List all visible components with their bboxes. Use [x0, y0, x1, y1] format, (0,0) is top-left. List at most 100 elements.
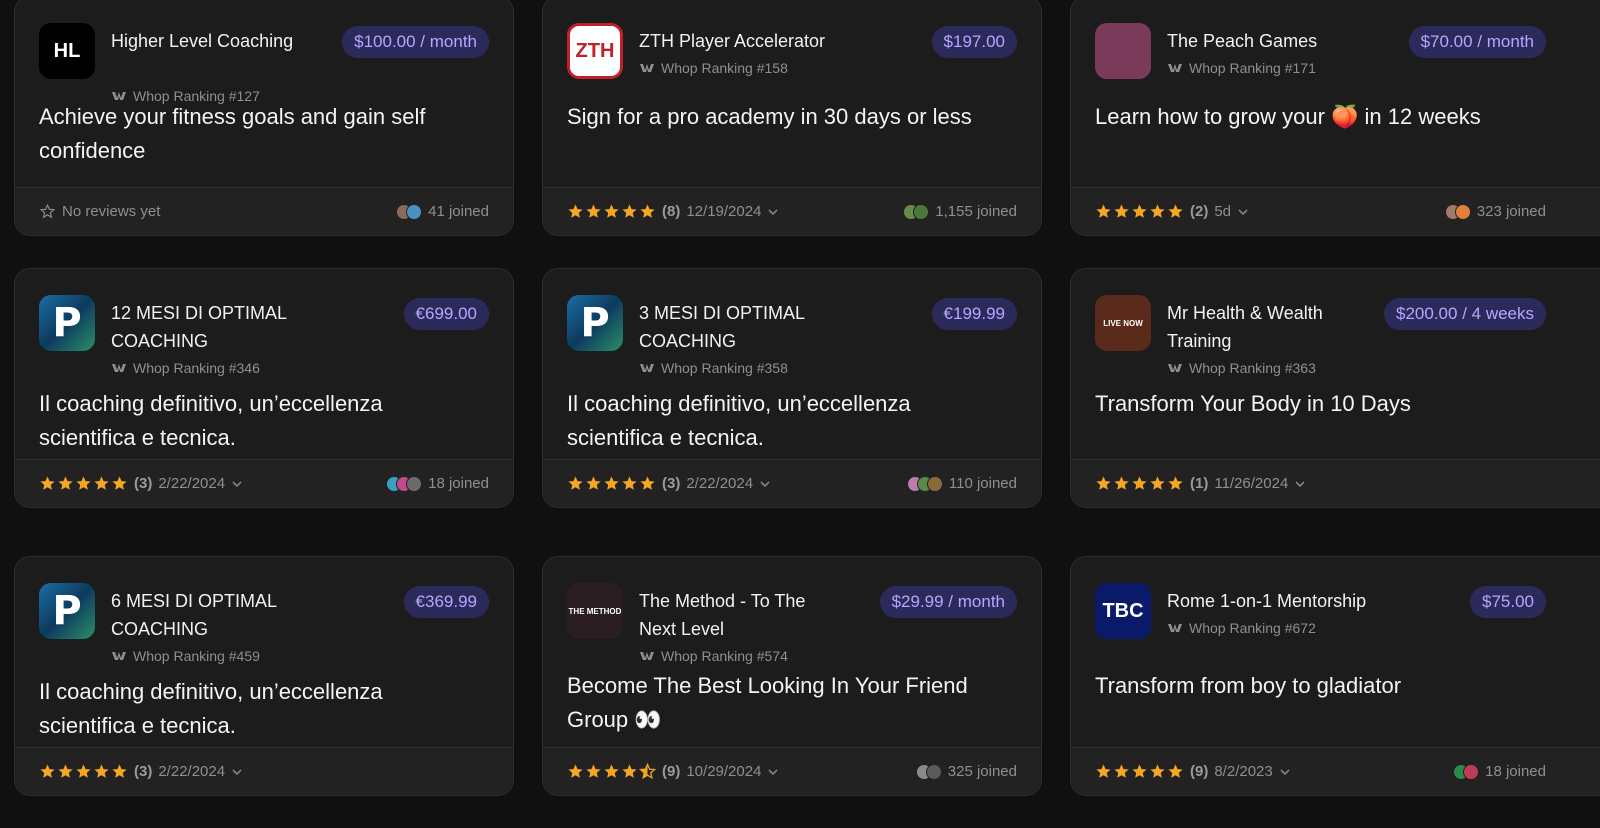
star-icon: [604, 204, 619, 218]
whop-ranking: Whop Ranking #459: [111, 648, 260, 664]
reviews-summary[interactable]: (2) 5d: [1095, 203, 1249, 220]
joined-count: 1,155 joined: [935, 203, 1017, 220]
member-avatars: [903, 203, 930, 220]
review-count: (8): [662, 203, 681, 220]
reviews-summary[interactable]: (9) 8/2/2023: [1095, 763, 1291, 780]
ranking-text: Whop Ranking #346: [133, 360, 260, 376]
reviews-summary[interactable]: (3) 2/22/2024: [39, 475, 243, 492]
chevron-down-icon[interactable]: [1237, 206, 1249, 218]
avatar: [406, 475, 423, 492]
whop-logo-icon: [640, 652, 654, 660]
product-name[interactable]: ZTH Player Accelerator: [639, 27, 844, 55]
joined-members: 41 joined: [396, 203, 489, 220]
reviews-summary[interactable]: (9) 10/29/2024: [567, 763, 779, 780]
chevron-down-icon[interactable]: [1279, 766, 1291, 778]
star-icon: [1114, 764, 1129, 778]
review-count: (3): [662, 475, 681, 492]
joined-members: 325 joined: [915, 763, 1017, 780]
product-card[interactable]: THE METHOD The Method - To The Next Level…: [542, 556, 1042, 796]
card-footer: (3) 2/22/2024: [15, 747, 513, 795]
product-card[interactable]: LIVE NOW Mr Health & Wealth Training Whop …: [1070, 268, 1600, 508]
product-card[interactable]: HL Higher Level Coaching Whop Ranking #127…: [14, 0, 514, 236]
avatar: [406, 203, 423, 220]
review-count: (9): [662, 763, 681, 780]
chevron-down-icon[interactable]: [767, 206, 779, 218]
star-icon: [76, 764, 91, 778]
ranking-text: Whop Ranking #358: [661, 360, 788, 376]
whop-logo-icon: [112, 652, 126, 660]
star-rating: [1095, 475, 1184, 492]
star-icon: [586, 764, 601, 778]
avatar: [1463, 763, 1480, 780]
card-footer: (1) 11/26/2024: [1071, 459, 1600, 507]
star-icon: [1114, 476, 1129, 490]
product-logo: TBC: [1095, 583, 1151, 639]
chevron-down-icon[interactable]: [759, 478, 771, 490]
star-icon: [568, 476, 583, 490]
product-name[interactable]: The Method - To The Next Level: [639, 587, 844, 643]
product-logo: P: [39, 583, 95, 639]
star-icon: [1114, 204, 1129, 218]
price-badge: $75.00: [1470, 586, 1546, 618]
star-icon: [1132, 476, 1147, 490]
star-icon: [622, 204, 637, 218]
chevron-down-icon[interactable]: [231, 478, 243, 490]
product-card[interactable]: P 6 MESI DI OPTIMAL COACHING Whop Ranking …: [14, 556, 514, 796]
product-card[interactable]: TBC Rome 1-on-1 Mentorship Whop Ranking #6…: [1070, 556, 1600, 796]
price-badge: €369.99: [403, 586, 489, 618]
joined-members: 323 joined: [1444, 203, 1546, 220]
star-icon: [94, 764, 109, 778]
whop-ranking: Whop Ranking #672: [1167, 620, 1316, 636]
star-rating: [567, 203, 656, 220]
star-icon: [58, 476, 73, 490]
whop-logo-icon: [1168, 64, 1182, 72]
reviews-summary[interactable]: (3) 2/22/2024: [567, 475, 771, 492]
reviews-summary[interactable]: (8) 12/19/2024: [567, 203, 779, 220]
star-icon: [94, 476, 109, 490]
joined-members: 1,155 joined: [903, 203, 1017, 220]
product-name[interactable]: 12 MESI DI OPTIMAL COACHING: [111, 299, 316, 355]
ranking-text: Whop Ranking #672: [1189, 620, 1316, 636]
product-card[interactable]: P 3 MESI DI OPTIMAL COACHING Whop Ranking …: [542, 268, 1042, 508]
card-footer: (8) 12/19/2024 1,155 joined: [543, 187, 1041, 235]
chevron-down-icon[interactable]: [1294, 478, 1306, 490]
reviews-summary[interactable]: (1) 11/26/2024: [1095, 475, 1306, 492]
avatar: [925, 763, 942, 780]
star-icon: [586, 476, 601, 490]
card-footer: (3) 2/22/2024 18 joined: [15, 459, 513, 507]
star-icon: [568, 764, 583, 778]
product-name[interactable]: Rome 1-on-1 Mentorship: [1167, 587, 1372, 615]
star-half-icon: [639, 763, 656, 780]
star-icon: [112, 476, 127, 490]
star-icon: [1150, 476, 1165, 490]
reviews-summary[interactable]: (3) 2/22/2024: [39, 763, 243, 780]
chevron-down-icon[interactable]: [767, 766, 779, 778]
product-logo: ZTH: [567, 23, 623, 79]
product-card[interactable]: P 12 MESI DI OPTIMAL COACHING Whop Ranking…: [14, 268, 514, 508]
star-icon: [58, 764, 73, 778]
star-icon: [1150, 764, 1165, 778]
star-icon: [112, 764, 127, 778]
product-card[interactable]: The Peach Games Whop Ranking #171 $70.00 /…: [1070, 0, 1600, 236]
product-headline: Il coaching definitivo, un’eccellenza sc…: [39, 391, 383, 450]
member-avatars: [386, 475, 423, 492]
price-badge: $200.00 / 4 weeks: [1384, 298, 1546, 330]
member-avatars: [1444, 203, 1471, 220]
member-avatars: [396, 203, 423, 220]
product-name[interactable]: 6 MESI DI OPTIMAL COACHING: [111, 587, 316, 643]
product-headline: Become The Best Looking In Your Friend G…: [567, 673, 968, 732]
review-count: (3): [134, 763, 153, 780]
star-icon: [1096, 476, 1111, 490]
chevron-down-icon[interactable]: [231, 766, 243, 778]
product-name[interactable]: 3 MESI DI OPTIMAL COACHING: [639, 299, 844, 355]
product-name[interactable]: The Peach Games: [1167, 27, 1372, 55]
price-badge: $100.00 / month: [342, 26, 489, 58]
review-date: 2/22/2024: [158, 763, 226, 780]
star-icon: [640, 476, 655, 490]
review-date: 8/2/2023: [1214, 763, 1273, 780]
product-name[interactable]: Higher Level Coaching: [111, 27, 316, 55]
product-name[interactable]: Mr Health & Wealth Training: [1167, 299, 1372, 355]
product-card[interactable]: ZTH ZTH Player Accelerator Whop Ranking #1…: [542, 0, 1042, 236]
ranking-text: Whop Ranking #171: [1189, 60, 1316, 76]
ranking-text: Whop Ranking #459: [133, 648, 260, 664]
